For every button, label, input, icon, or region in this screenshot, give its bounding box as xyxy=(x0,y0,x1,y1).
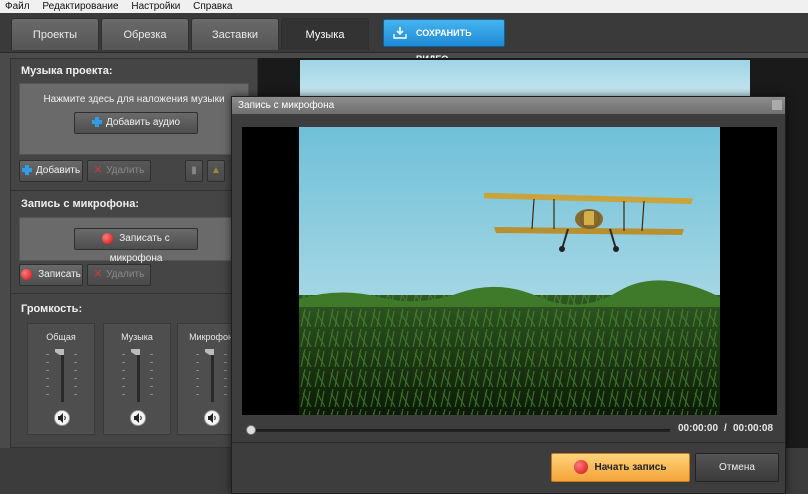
tab-music[interactable]: Музыка xyxy=(281,18,369,50)
tab-intros[interactable]: Заставки xyxy=(191,18,279,50)
plus-icon xyxy=(21,165,32,176)
delete-recording-label: Удалить xyxy=(106,269,145,280)
total-time: 00:00:08 xyxy=(733,423,774,434)
delete-music-label: Удалить xyxy=(106,165,145,176)
music-hint: Нажмите здесь для наложения музыки xyxy=(43,94,225,105)
biplane-over-corn-image xyxy=(299,127,720,415)
volume-music-label: Музыка xyxy=(121,332,153,342)
save-video-button[interactable]: СОХРАНИТЬ ВИДЕО xyxy=(383,19,505,64)
volume-mic-slider[interactable] xyxy=(211,352,214,402)
slider-ticks xyxy=(196,354,199,402)
divider xyxy=(11,293,259,294)
record-button[interactable]: Записать xyxy=(19,264,83,286)
add-music-button[interactable]: Добавить xyxy=(19,160,83,182)
menu-settings[interactable]: Настройки xyxy=(126,0,185,13)
delete-music-button[interactable]: ✕ Удалить xyxy=(87,160,151,182)
record-icon xyxy=(574,460,589,475)
slider-ticks xyxy=(74,354,77,402)
plus-icon xyxy=(91,117,102,128)
record-icon xyxy=(21,268,33,280)
divider xyxy=(11,190,259,191)
record-from-mic-label: Записать с микрофона xyxy=(109,233,170,264)
volume-general-slider[interactable] xyxy=(61,352,64,402)
move-up-button[interactable]: ▲ xyxy=(207,160,225,182)
tab-projects[interactable]: Проекты xyxy=(11,18,99,50)
start-record-label: Начать запись xyxy=(594,462,667,473)
playback-progress: 00:00:00 / 00:00:08 xyxy=(242,421,777,439)
close-icon: ✕ xyxy=(93,269,103,280)
music-settings-panel: Музыка проекта: Нажмите здесь для наложе… xyxy=(10,58,259,448)
volume-music: Музыка xyxy=(103,323,171,435)
record-from-mic-button[interactable]: Записать с микрофона xyxy=(74,228,198,264)
download-icon xyxy=(393,27,407,39)
current-time: 00:00:00 xyxy=(678,423,719,434)
mic-area: Записать с микрофона xyxy=(19,217,249,264)
speaker-icon[interactable] xyxy=(130,410,146,426)
music-drop-area[interactable]: Нажмите здесь для наложения музыки Добав… xyxy=(19,83,249,155)
slider-ticks xyxy=(224,354,227,402)
volume-general-label: Общая xyxy=(46,332,76,342)
top-toolbar: Проекты Обрезка Заставки Музыка СОХРАНИТ… xyxy=(0,13,808,64)
cancel-button[interactable]: Отмена xyxy=(695,453,779,482)
volume-music-slider[interactable] xyxy=(137,352,140,402)
menu-file[interactable]: Файл xyxy=(0,0,35,13)
mic-record-dialog: Запись с микрофона 00:00:00 / 00:00:08 Н… xyxy=(231,96,786,494)
slider-ticks xyxy=(46,354,49,402)
close-icon: ✕ xyxy=(93,165,103,176)
start-record-button[interactable]: Начать запись xyxy=(551,453,690,482)
menu-bar: Файл Редактирование Настройки Справка xyxy=(0,0,808,13)
menu-help[interactable]: Справка xyxy=(188,0,237,13)
volume-title: Громкость: xyxy=(21,303,83,315)
video-frame xyxy=(299,127,720,415)
dialog-title: Запись с микрофона xyxy=(232,97,785,114)
delete-recording-button[interactable]: ✕ Удалить xyxy=(87,264,151,286)
add-music-label: Добавить xyxy=(35,165,81,176)
volume-music-handle[interactable] xyxy=(131,349,140,355)
project-music-title: Музыка проекта: xyxy=(21,65,113,77)
preview-image xyxy=(300,60,750,100)
progress-handle[interactable] xyxy=(246,425,256,435)
volume-general-handle[interactable] xyxy=(55,349,64,355)
speaker-icon[interactable] xyxy=(204,410,220,426)
record-label: Записать xyxy=(38,269,81,280)
progress-track[interactable] xyxy=(250,429,670,432)
volume-mic-handle[interactable] xyxy=(205,349,214,355)
slider-ticks xyxy=(122,354,125,402)
menu-edit[interactable]: Редактирование xyxy=(37,0,123,13)
divider xyxy=(232,442,785,443)
tab-trim[interactable]: Обрезка xyxy=(101,18,189,50)
move-down-button[interactable]: ▮ xyxy=(185,160,203,182)
close-icon[interactable] xyxy=(772,100,782,110)
arrow-up-icon: ▲ xyxy=(211,165,221,176)
add-audio-button[interactable]: Добавить аудио xyxy=(74,112,198,134)
slider-ticks xyxy=(150,354,153,402)
time-separator: / xyxy=(724,423,727,434)
flag-icon: ▮ xyxy=(191,165,197,176)
record-icon xyxy=(102,232,114,244)
speaker-icon[interactable] xyxy=(54,410,70,426)
volume-general: Общая xyxy=(27,323,95,435)
video-preview xyxy=(242,127,777,415)
add-audio-label: Добавить аудио xyxy=(105,117,181,128)
mic-recording-title: Запись с микрофона: xyxy=(21,198,139,210)
